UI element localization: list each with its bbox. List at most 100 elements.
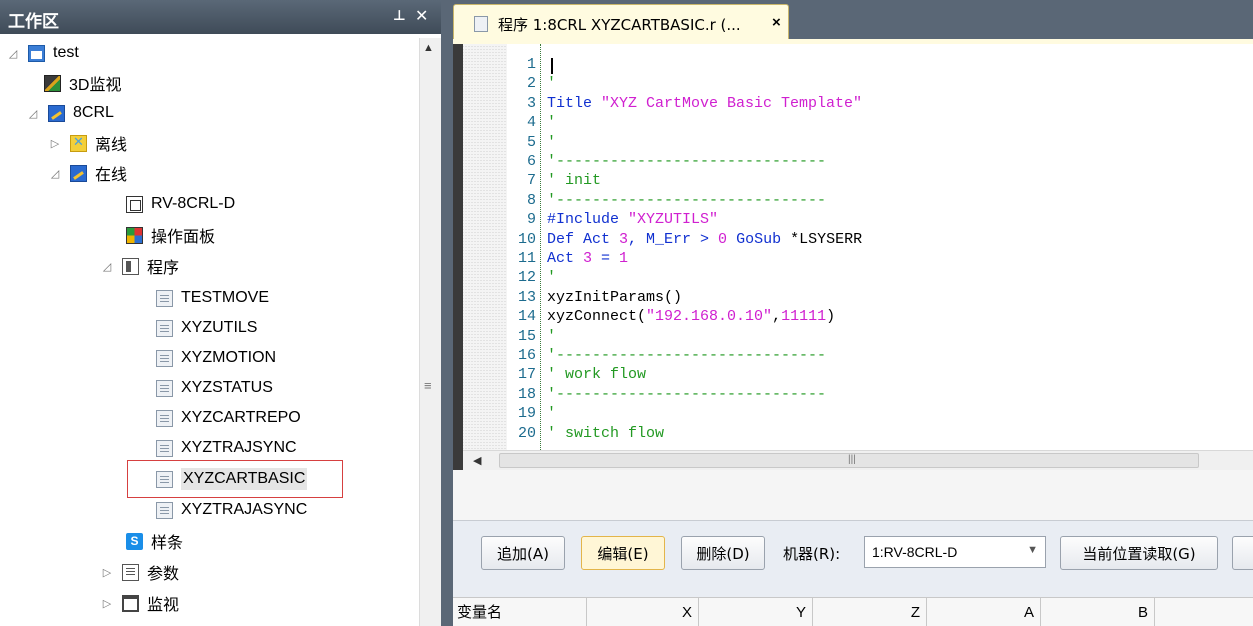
tree-item-label: RV-8CRL-D (151, 195, 236, 212)
collapse-icon[interactable]: ◿ (48, 167, 62, 180)
line-number: 14 (517, 308, 536, 326)
tree-item-3d-monitor[interactable]: 3D监视 (44, 68, 121, 98)
controller-icon (126, 195, 143, 213)
program-item[interactable]: XYZTRAJASYNC (156, 495, 307, 525)
tree-item-label: 8CRL (73, 104, 114, 121)
code-line[interactable]: '------------------------------ (547, 347, 827, 364)
code-content[interactable]: ' Title "XYZ CartMove Basic Template" ' ' '-… (547, 44, 1247, 450)
close-icon[interactable]: ✕ (415, 6, 428, 26)
code-token: ) (826, 308, 836, 326)
collapse-icon[interactable]: ◿ (6, 47, 20, 60)
code-line[interactable]: ' (547, 270, 556, 285)
code-token: ' (547, 327, 557, 345)
collapse-icon[interactable]: ◿ (100, 260, 114, 273)
column-header[interactable]: Z (813, 598, 927, 626)
tree-item-programs[interactable]: ◿ 程序 (100, 251, 179, 281)
scroll-up-icon[interactable]: ▲ (423, 42, 434, 54)
tree-item-label: 离线 (95, 137, 128, 154)
column-header[interactable]: Y (699, 598, 813, 626)
column-header[interactable]: 变量名 (453, 598, 587, 626)
code-line[interactable]: #Include "XYZUTILS" (547, 211, 719, 229)
code-token: Def Act (547, 230, 620, 248)
code-line[interactable]: ' (547, 115, 556, 130)
line-number: 7 (526, 172, 536, 190)
collapse-icon[interactable]: ◿ (26, 107, 40, 120)
program-file-icon (156, 501, 173, 519)
code-token: 1 (619, 250, 629, 267)
program-item[interactable]: XYZCARTREPO (156, 403, 301, 433)
workspace-title: 工作区 (8, 12, 59, 32)
program-item-label: XYZUTILS (181, 319, 258, 336)
tree-item-robot[interactable]: ◿ 8CRL (26, 98, 114, 128)
expand-icon[interactable]: ▷ (100, 597, 114, 610)
code-token: ' (547, 133, 557, 151)
expand-icon[interactable]: ▷ (100, 566, 114, 579)
code-editor[interactable]: 1 2 3 4 5 6 7 8 9 10 11 12 13 14 15 16 17 18 19 20 ' Title "… (453, 44, 1253, 450)
line-number: 18 (517, 385, 536, 403)
column-header[interactable]: B (1041, 598, 1155, 626)
code-line[interactable]: ' switch flow (547, 426, 664, 441)
tree-vertical-scrollbar[interactable]: ▲ ≡ (419, 38, 441, 626)
tree-item-op-panel[interactable]: 操作面板 (126, 220, 215, 250)
tree-item-online[interactable]: ◿ 在线 (48, 158, 127, 188)
code-line[interactable]: ' init (547, 173, 601, 188)
code-line[interactable]: ' (547, 133, 557, 151)
edit-button[interactable]: 编辑(E) (581, 536, 665, 570)
close-tab-icon[interactable]: × (772, 14, 781, 31)
code-line[interactable]: '------------------------------ (547, 387, 826, 402)
code-line[interactable]: ' (547, 327, 557, 345)
code-line[interactable]: Title "XYZ CartMove Basic Template" (547, 96, 862, 111)
tab-program-editor[interactable]: 程序 1:8CRL XYZCARTBASIC.r (... × (453, 4, 789, 40)
workspace-header: 工作区 ⊥ ✕ (0, 0, 441, 34)
pin-icon[interactable]: ⊥ (393, 7, 406, 24)
code-token: ' (547, 405, 557, 423)
editor-horizontal-scrollbar[interactable]: ◀ ||| (463, 450, 1253, 470)
chevron-down-icon[interactable]: ▼ (1027, 544, 1038, 556)
editor-split-handle[interactable] (453, 450, 463, 470)
position-grid-header: 变量名 X Y Z A B (453, 597, 1253, 626)
code-line[interactable]: Def Act 3, M_Err > 0 GoSub *LSYSERR (547, 230, 862, 248)
program-item[interactable]: XYZTRAJSYNC (156, 433, 297, 463)
code-line[interactable]: ' (547, 405, 557, 423)
scroll-left-icon[interactable]: ◀ (473, 454, 481, 467)
line-number: 16 (517, 347, 536, 364)
code-token: '------------------------------ (547, 347, 827, 364)
robot-select[interactable]: 1:RV-8CRL-D ▼ (864, 536, 1046, 568)
scroll-grip-icon[interactable]: ≡ (424, 378, 432, 393)
code-line[interactable]: '------------------------------ (547, 193, 826, 208)
code-line[interactable]: Act 3 = 1 (547, 250, 629, 267)
read-current-position-button[interactable]: 当前位置读取(G) (1060, 536, 1218, 570)
tree-item-label: 3D监视 (69, 77, 122, 94)
monitor-icon (122, 594, 139, 612)
more-button[interactable] (1232, 536, 1253, 570)
tree-item-monitor[interactable]: ▷ 监视 (100, 588, 179, 618)
tree-item-offline[interactable]: ▷ 离线 (48, 128, 127, 158)
column-header[interactable] (1155, 598, 1253, 626)
code-line[interactable]: xyzInitParams() (547, 290, 682, 305)
add-button[interactable]: 追加(A) (481, 536, 565, 570)
program-item[interactable]: XYZUTILS (156, 313, 257, 343)
code-line[interactable]: ' work flow (547, 367, 646, 382)
line-number: 5 (526, 133, 536, 151)
code-line[interactable]: xyzConnect("192.168.0.10",11111) (547, 308, 836, 326)
program-item[interactable]: XYZSTATUS (156, 373, 273, 403)
tree-item-project[interactable]: ◿ test (6, 38, 79, 68)
tree-item-controller[interactable]: RV-8CRL-D (126, 189, 235, 219)
program-item[interactable]: TESTMOVE (156, 283, 269, 313)
column-header[interactable]: A (927, 598, 1041, 626)
panel-splitter[interactable] (441, 0, 449, 626)
code-line[interactable]: '------------------------------ (547, 154, 826, 169)
code-token: "XYZUTILS" (628, 211, 719, 229)
program-file-icon (474, 16, 488, 32)
delete-button[interactable]: 删除(D) (681, 536, 765, 570)
tree-item-params[interactable]: ▷ 参数 (100, 557, 179, 587)
column-header[interactable]: X (587, 598, 699, 626)
tree-item-spline[interactable]: S 样条 (126, 526, 183, 556)
scroll-grip-icon[interactable]: ||| (848, 454, 856, 465)
program-item-label: XYZMOTION (181, 349, 277, 366)
expand-icon[interactable]: ▷ (48, 137, 62, 150)
code-line[interactable]: ' (547, 76, 556, 91)
offline-icon (70, 134, 87, 152)
tree-item-label: 操作面板 (151, 229, 216, 246)
program-item[interactable]: XYZMOTION (156, 343, 276, 373)
